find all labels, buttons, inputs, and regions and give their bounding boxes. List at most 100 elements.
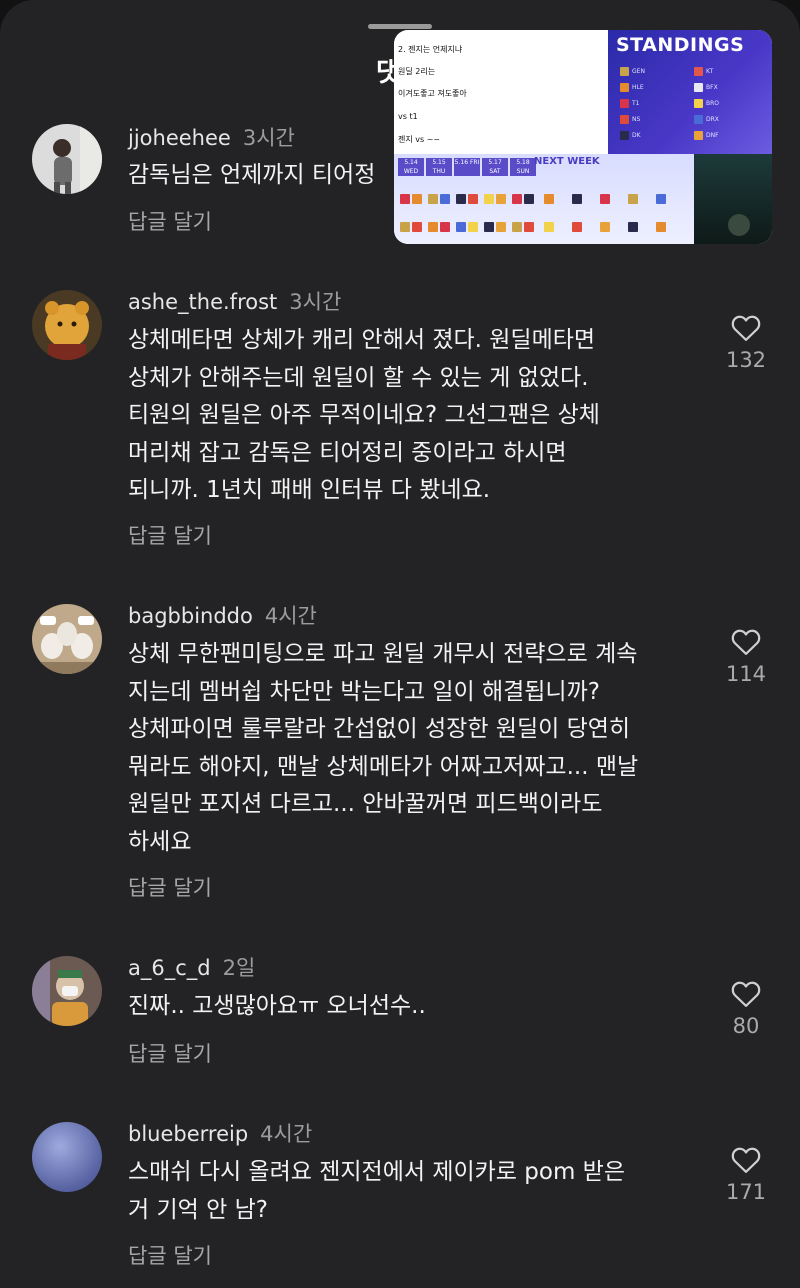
pip-note: 이겨도좋고 져도좋아 xyxy=(398,89,467,98)
avatar[interactable] xyxy=(32,290,102,360)
match-logo xyxy=(400,194,410,204)
reply-button[interactable]: 답글 달기 xyxy=(128,1240,212,1270)
match-logo xyxy=(496,194,506,204)
team-name: BRO xyxy=(706,100,720,107)
match-logo xyxy=(524,222,534,232)
pip-webcam xyxy=(694,154,772,244)
team-logo xyxy=(694,99,703,108)
username-text[interactable]: bagbbinddo xyxy=(128,604,253,628)
streamer-face xyxy=(728,214,750,236)
match-logo xyxy=(512,194,522,204)
like-button[interactable]: 80 xyxy=(722,980,770,1038)
team-name: KT xyxy=(706,68,714,75)
pip-note: 원딜 2리는 xyxy=(398,67,436,76)
comment-time: 4시간 xyxy=(264,604,317,628)
like-count: 114 xyxy=(725,662,767,686)
team-name: HLE xyxy=(632,84,644,91)
team-name: NS xyxy=(632,116,641,123)
team-logo xyxy=(620,131,629,140)
team-logo xyxy=(694,131,703,140)
match-logo xyxy=(484,194,494,204)
match-logo xyxy=(412,222,422,232)
match-logo xyxy=(572,194,582,204)
match-logo xyxy=(456,222,466,232)
username-text[interactable]: a_6_c_d xyxy=(128,956,211,980)
team-name: DRX xyxy=(706,116,719,123)
schedule-day: 5.18 SUN xyxy=(510,158,536,176)
match-logo xyxy=(440,222,450,232)
schedule-day: 5.14 WED xyxy=(398,158,424,176)
like-button[interactable]: 132 xyxy=(722,314,770,372)
team-logo xyxy=(694,115,703,124)
pip-standings: STANDINGS GEN KT HLE BFX T1 BRO NS DRX D… xyxy=(608,30,772,154)
comment-text: 상체 무한팬미팅으로 파고 원딜 개무시 전략으로 계속 지는데 멤버쉽 차단만… xyxy=(128,641,639,855)
pip-note: 젠지 vs ~~ xyxy=(398,135,441,144)
avatar[interactable] xyxy=(32,1122,102,1192)
match-logo xyxy=(544,222,554,232)
team-logo xyxy=(694,83,703,92)
reply-button[interactable]: 답글 달기 xyxy=(128,520,212,550)
pip-note: 2. 젠지는 언제지냐 xyxy=(398,45,463,54)
match-logo xyxy=(428,194,438,204)
sheet-drag-handle[interactable] xyxy=(368,24,432,29)
heart-icon xyxy=(731,629,761,655)
avatar[interactable] xyxy=(32,956,102,1026)
like-button[interactable]: 114 xyxy=(722,628,770,686)
comment-username[interactable]: a_6_c_d 2일 xyxy=(128,952,255,982)
standings-row: HLE BFX xyxy=(620,82,766,93)
comment-username[interactable]: blueberreip 4시간 xyxy=(128,1118,312,1148)
standings-row: GEN KT xyxy=(620,66,766,77)
match-logo xyxy=(400,222,410,232)
pip-notes-panel: 2. 젠지는 언제지냐 원딜 2리는 이겨도좋고 져도좋아 vs t1 젠지 v… xyxy=(394,30,608,154)
match-logo xyxy=(456,194,466,204)
match-logo xyxy=(628,222,638,232)
team-name: DNF xyxy=(706,132,719,139)
match-logo xyxy=(544,194,554,204)
match-logo xyxy=(656,222,666,232)
team-logo xyxy=(620,67,629,76)
pip-schedule: 5.14 WED 5.15 THU 5.16 FRI 5.17 SAT 5.18… xyxy=(394,154,694,244)
standings-row: NS DRX xyxy=(620,114,766,125)
avatar[interactable] xyxy=(32,124,102,194)
avatar[interactable] xyxy=(32,604,102,674)
match-logo xyxy=(468,222,478,232)
match-logo xyxy=(428,222,438,232)
match-logo xyxy=(572,222,582,232)
comment-time: 3시간 xyxy=(242,126,295,150)
team-logo xyxy=(694,67,703,76)
standings-row: DK DNF xyxy=(620,130,766,141)
username-text[interactable]: ashe_the.frost xyxy=(128,290,277,314)
username-text[interactable]: jjoheehee xyxy=(128,126,231,150)
comment-username[interactable]: ashe_the.frost 3시간 xyxy=(128,286,341,316)
comment-username[interactable]: bagbbinddo 4시간 xyxy=(128,600,317,630)
heart-icon xyxy=(731,1147,761,1173)
match-logo xyxy=(600,222,610,232)
username-text[interactable]: blueberreip xyxy=(128,1122,248,1146)
team-logo xyxy=(620,99,629,108)
match-logo xyxy=(412,194,422,204)
match-logo xyxy=(496,222,506,232)
team-name: GEN xyxy=(632,68,645,75)
comment-time: 3시간 xyxy=(289,290,342,314)
standings-row: T1 BRO xyxy=(620,98,766,109)
like-count: 80 xyxy=(732,1014,760,1038)
comments-sheet: 댓 jjoheehee 3시간 감독님은 언제까지 티어정 답글 달기 ashe… xyxy=(0,0,800,1288)
schedule-day: 5.17 SAT xyxy=(482,158,508,176)
reply-button[interactable]: 답글 달기 xyxy=(128,206,212,236)
reply-button[interactable]: 답글 달기 xyxy=(128,1038,212,1068)
comment-username[interactable]: jjoheehee 3시간 xyxy=(128,122,295,152)
next-week-label: NEXT WEEK xyxy=(534,156,600,167)
reply-button[interactable]: 답글 달기 xyxy=(128,872,212,902)
match-logo xyxy=(440,194,450,204)
match-logo xyxy=(512,222,522,232)
comment-text: 스매쉬 다시 올려요 젠지전에서 제이카로 pom 받은 거 기억 안 남? xyxy=(128,1159,625,1223)
like-button[interactable]: 171 xyxy=(722,1146,770,1204)
pip-video-player[interactable]: 2. 젠지는 언제지냐 원딜 2리는 이겨도좋고 져도좋아 vs t1 젠지 v… xyxy=(394,30,772,244)
pip-note: vs t1 xyxy=(398,112,418,121)
standings-title: STANDINGS xyxy=(616,34,745,56)
match-logo xyxy=(656,194,666,204)
like-count: 132 xyxy=(725,348,767,372)
match-logo xyxy=(600,194,610,204)
team-logo xyxy=(620,83,629,92)
heart-icon xyxy=(731,981,761,1007)
